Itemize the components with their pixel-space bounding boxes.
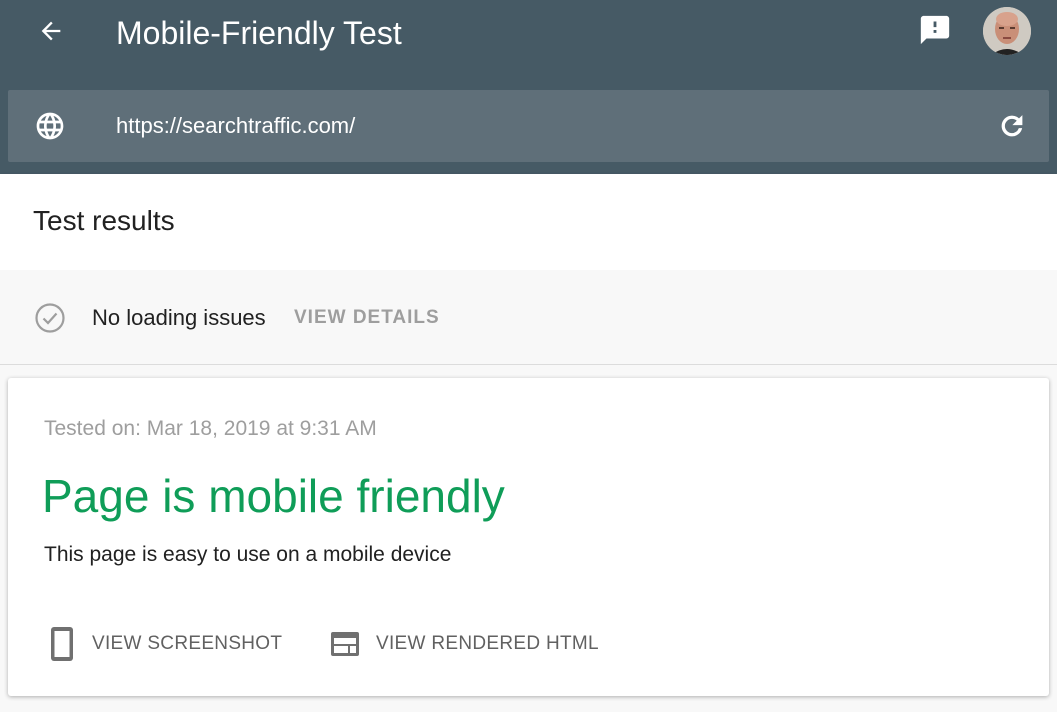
web-layout-icon	[331, 632, 359, 656]
tested-on-timestamp: Tested on: Mar 18, 2019 at 9:31 AM	[44, 417, 377, 440]
loading-status-row: No loading issues VIEW DETAILS	[0, 270, 1057, 365]
result-card: Tested on: Mar 18, 2019 at 9:31 AM Page …	[8, 378, 1049, 696]
results-title: Test results	[33, 205, 175, 236]
url-input[interactable]	[116, 108, 976, 144]
verdict-description: This page is easy to use on a mobile dev…	[44, 543, 452, 566]
url-bar	[8, 90, 1049, 162]
view-screenshot-label: VIEW SCREENSHOT	[92, 633, 283, 654]
app-bar: Mobile-Friendly Test	[0, 0, 1057, 174]
feedback-icon	[920, 15, 950, 45]
globe-icon	[36, 112, 64, 140]
view-details-button[interactable]: VIEW DETAILS	[294, 306, 440, 330]
smartphone-icon	[51, 627, 73, 661]
back-button[interactable]	[34, 14, 68, 48]
view-rendered-html-label: VIEW RENDERED HTML	[376, 633, 599, 654]
refresh-icon	[1001, 115, 1023, 137]
view-rendered-html-button[interactable]: VIEW RENDERED HTML	[330, 626, 599, 662]
avatar[interactable]	[983, 7, 1031, 55]
view-screenshot-button[interactable]: VIEW SCREENSHOT	[48, 626, 282, 662]
app-title: Mobile-Friendly Test	[116, 15, 402, 51]
refresh-button[interactable]	[994, 108, 1030, 144]
loading-status-text: No loading issues	[92, 305, 266, 330]
arrow-back-icon	[41, 21, 61, 41]
verdict-heading: Page is mobile friendly	[42, 470, 505, 522]
check-circle-icon	[35, 303, 65, 333]
feedback-button[interactable]	[916, 12, 954, 48]
results-header: Test results	[0, 174, 1057, 270]
user-photo-icon	[983, 7, 1031, 55]
